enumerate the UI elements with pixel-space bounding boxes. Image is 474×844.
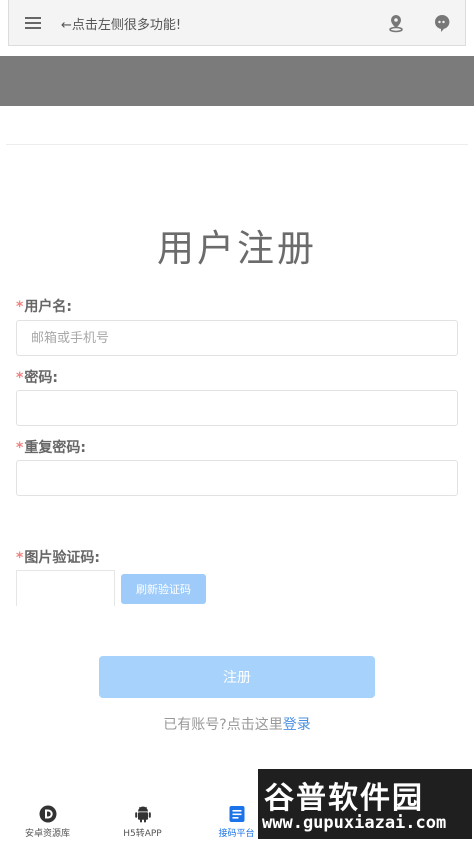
chat-bubble-icon[interactable] xyxy=(432,13,452,33)
required-mark: * xyxy=(16,299,24,315)
refresh-captcha-button[interactable]: 刷新验证码 xyxy=(121,574,206,604)
password-confirm-label: *重复密码: xyxy=(16,440,86,456)
login-prompt: 已有账号?点击这里登录 xyxy=(163,717,311,733)
password-label: *密码: xyxy=(16,370,58,386)
page-title: 用户注册 xyxy=(157,227,317,270)
d-logo-icon xyxy=(39,805,56,823)
nav-item-android-resources[interactable]: 安卓资源库 xyxy=(0,796,95,839)
watermark-logo: 谷普软件园 www.gupuxiazai.com xyxy=(258,769,472,839)
divider xyxy=(6,144,468,145)
login-link[interactable]: 登录 xyxy=(283,717,311,733)
top-hint-text: ←点击左侧很多功能! xyxy=(61,18,182,33)
document-icon xyxy=(229,806,244,822)
password-confirm-input[interactable] xyxy=(16,460,458,496)
location-pin-icon[interactable] xyxy=(386,13,406,33)
password-input[interactable] xyxy=(16,390,458,426)
captcha-input[interactable] xyxy=(16,570,115,606)
nav-item-h5-to-app[interactable]: H5转APP xyxy=(95,796,190,839)
android-icon xyxy=(134,806,151,823)
watermark-domain: www.gupuxiazai.com xyxy=(262,813,447,833)
username-label: *用户名: xyxy=(16,299,72,315)
register-button[interactable]: 注册 xyxy=(99,656,375,698)
top-app-bar: ←点击左侧很多功能! xyxy=(8,0,466,46)
watermark-brand: 谷普软件园 xyxy=(264,781,424,816)
menu-icon[interactable] xyxy=(25,17,41,29)
required-mark: * xyxy=(16,440,24,456)
captcha-label: *图片验证码: xyxy=(16,550,100,566)
username-input[interactable] xyxy=(16,320,458,356)
required-mark: * xyxy=(16,370,24,386)
banner-placeholder xyxy=(0,56,474,106)
required-mark: * xyxy=(16,550,24,566)
